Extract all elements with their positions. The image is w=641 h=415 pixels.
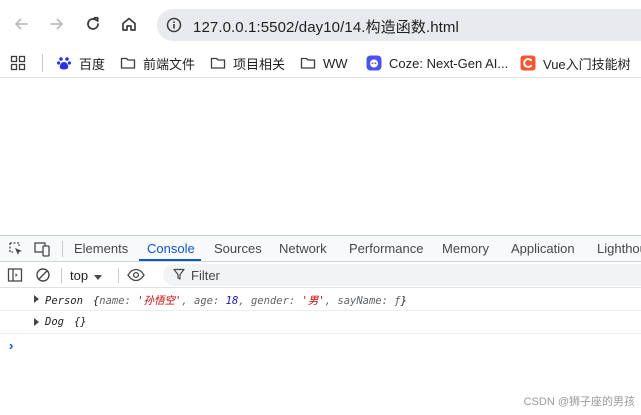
prop-colon: : [288,295,302,307]
bookmarks-divider [42,54,43,72]
tab-console[interactable]: Console [147,241,195,256]
watermark: CSDN @狮子座的男孩 [523,396,635,408]
active-tab-indicator [139,259,201,261]
expand-triangle-icon[interactable] [34,318,39,326]
inspect-element-icon[interactable] [7,240,25,258]
object-class-name: Dog [45,316,64,328]
prop-value-string: '男' [301,295,325,307]
baidu-paw-icon [56,55,72,71]
clear-console-icon[interactable] [34,266,52,284]
prop-value-number: 18 [225,295,239,307]
console-log-row[interactable]: Dog{} [0,311,641,334]
url-text: 127.0.0.1:5502/day10/14.构造函数.html [193,19,459,36]
tab-memory[interactable]: Memory [442,241,489,256]
folder-icon [210,55,226,71]
device-toolbar-icon[interactable] [34,240,52,258]
tab-network[interactable]: Network [279,241,327,256]
live-expression-eye-icon[interactable] [127,266,145,284]
site-info-icon[interactable] [165,16,183,34]
folder-icon [300,55,316,71]
log-object-preview: Person {name: '孙悟空', age: 18, gender: '男'… [45,293,407,308]
filter-funnel-icon [173,268,185,283]
filter-input[interactable] [191,266,591,284]
address-bar[interactable]: 127.0.0.1:5502/day10/14.构造函数.html [157,9,641,41]
bookmark-label: 前端文件 [143,56,196,72]
expand-triangle-icon[interactable] [34,295,39,303]
console-toolbar: top [0,262,641,288]
bookmark-coze[interactable]: Coze: Next-Gen AI... [366,54,508,72]
bookmark-baidu[interactable]: 百度 [56,54,105,72]
object-close-brace: } [400,295,407,307]
prop-sep: , [181,295,195,307]
bookmark-label: 项目相关 [233,56,286,72]
bookmark-label: Coze: Next-Gen AI... [389,55,509,71]
tab-application[interactable]: Application [511,241,575,256]
folder-icon [120,55,136,71]
bookmark-label: 百度 [79,56,106,72]
home-icon[interactable] [117,12,141,36]
prop-value-string: '孙悟空' [137,295,182,307]
prop-sep: , [238,295,251,307]
toolbar-divider [61,268,62,283]
forward-arrow-icon[interactable] [45,12,69,36]
object-close-brace: } [80,316,87,328]
bookmark-label: Vue入门技能树 [543,56,631,72]
object-class-name: Person [45,295,83,307]
console-log-row[interactable]: Person {name: '孙悟空', age: 18, gender: '男'… [0,288,641,311]
tab-elements[interactable]: Elements [74,241,128,256]
prop-sep: , [324,295,338,307]
prop-key: gender [250,295,289,307]
context-value: top [70,267,89,283]
prop-colon: : [124,295,138,307]
context-select[interactable]: top [70,266,103,284]
back-arrow-icon[interactable] [9,12,33,36]
filter-box[interactable] [163,264,641,286]
prop-key: name [99,295,125,307]
bookmark-folder-ww[interactable]: WW [300,54,348,72]
bookmark-label: WW [323,55,348,71]
browser-toolbar: 127.0.0.1:5502/day10/14.构造函数.html [0,0,641,48]
bookmarks-bar: 百度 前端文件 项目相关 WW Coze: Next-Gen AI... Vue… [0,48,641,78]
prop-colon: : [213,295,226,307]
reload-icon[interactable] [81,12,105,36]
toolbar-divider [62,241,63,257]
csdn-icon [520,55,536,71]
apps-grid-icon[interactable] [10,54,26,72]
bookmark-folder-projects[interactable]: 项目相关 [210,54,285,72]
sidebar-toggle-icon[interactable] [6,266,24,284]
dropdown-arrow-icon [94,268,103,283]
coze-icon [366,55,382,71]
tab-sources[interactable]: Sources [214,241,262,256]
tab-lighthouse[interactable]: Lighthouse [597,241,641,256]
devtools-tab-bar: Elements Console Sources Network Perform… [0,236,641,262]
prop-key: age [194,295,213,307]
prop-key: sayName [337,295,382,307]
bookmark-vue[interactable]: Vue入门技能树 [520,54,631,72]
tab-performance[interactable]: Performance [349,241,423,256]
devtools-panel: Elements Console Sources Network Perform… [0,235,641,415]
log-object-preview: Dog{} [45,316,87,328]
toolbar-divider [118,268,119,283]
bookmark-folder-frontend[interactable]: 前端文件 [120,54,195,72]
prop-colon: : [381,295,395,307]
console-prompt-icon[interactable]: › [9,338,13,353]
